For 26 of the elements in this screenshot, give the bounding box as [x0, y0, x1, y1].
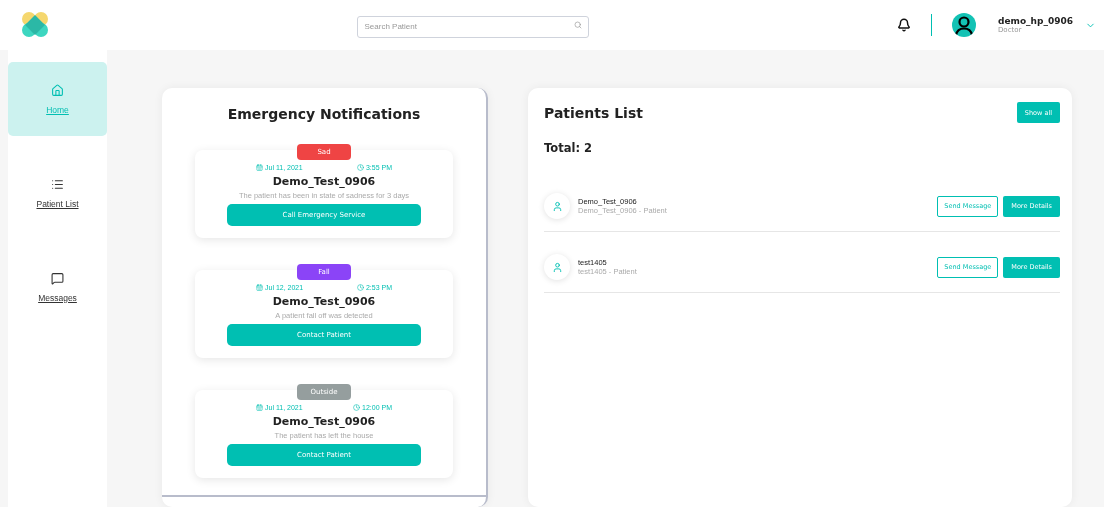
message-icon — [51, 271, 64, 285]
sidebar-item[interactable]: Home — [8, 62, 107, 136]
user-icon — [551, 261, 563, 273]
patient-name: Demo_Test_0906 — [272, 295, 376, 308]
user-name: demo_hp_0906 — [998, 16, 1073, 26]
user-avatar-icon[interactable] — [952, 13, 976, 37]
panel-title: Emergency Notifications — [227, 106, 421, 122]
clock-icon — [353, 404, 361, 411]
search-field[interactable]: Search Patient — [357, 15, 590, 38]
calendar-icon — [256, 164, 263, 171]
notification-bell-icon[interactable] — [897, 18, 911, 32]
sidebar-item[interactable]: Messages — [8, 250, 107, 324]
patient-name: Demo_Test_0906 — [272, 415, 376, 428]
clock-icon — [356, 284, 364, 291]
search-icon — [574, 21, 583, 29]
panel-title: Patients List — [544, 104, 643, 121]
sidebar-item[interactable]: Patient List — [8, 156, 107, 230]
list-icon — [51, 177, 64, 191]
clock-icon — [356, 164, 364, 171]
patient-name: Demo_Test_0906 — [272, 175, 376, 188]
calendar-icon — [256, 404, 263, 411]
calendar-icon — [256, 284, 263, 291]
user-icon — [551, 200, 563, 212]
home-icon — [51, 83, 64, 97]
logo-icon — [20, 10, 50, 40]
total-count: Total: 2 — [544, 141, 594, 155]
